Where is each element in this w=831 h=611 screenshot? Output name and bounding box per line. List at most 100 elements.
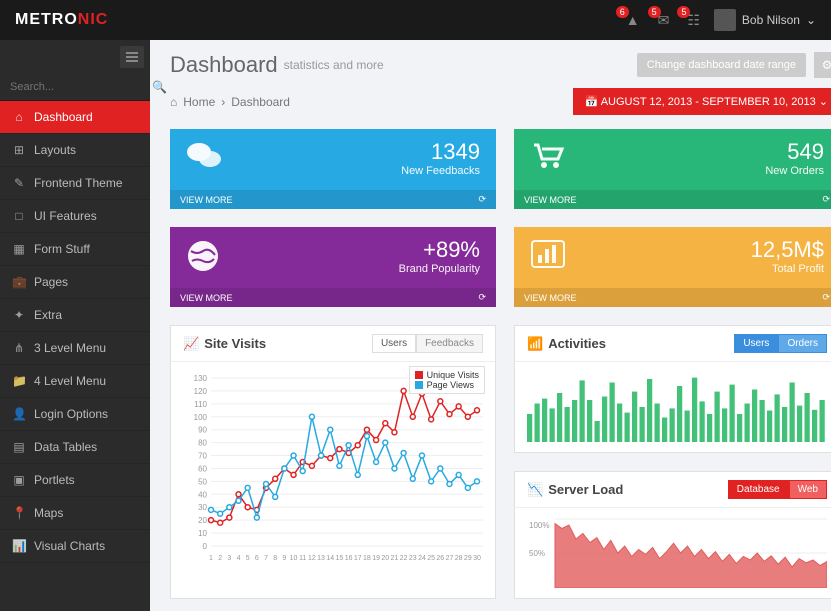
tab-feedbacks[interactable]: Feedbacks bbox=[416, 334, 483, 353]
panel-activities: 📶Activities Users Orders bbox=[514, 325, 831, 453]
panel-site-visits: 📈Site Visits Users Feedbacks 01020304050… bbox=[170, 325, 496, 599]
tile-new-orders[interactable]: 549New OrdersVIEW MORE⟳ bbox=[514, 129, 831, 209]
activities-chart bbox=[527, 372, 827, 442]
tab-users[interactable]: Users bbox=[372, 334, 416, 353]
nav-icon: ▦ bbox=[12, 242, 26, 256]
arrow-icon: ⟳ bbox=[478, 194, 486, 205]
panel-server-load: 📉Server Load Database Web 100%50% bbox=[514, 471, 831, 599]
sidebar-item-visual-charts[interactable]: 📊Visual Charts bbox=[0, 530, 150, 563]
sidebar-item-form-stuff[interactable]: ▦Form Stuff bbox=[0, 233, 150, 266]
sidebar-item-portlets[interactable]: ▣Portlets bbox=[0, 464, 150, 497]
svg-text:110: 110 bbox=[194, 400, 207, 409]
tab-database[interactable]: Database bbox=[728, 480, 789, 499]
arrow-icon: ⟳ bbox=[822, 292, 830, 303]
search-box: 🔍 bbox=[0, 74, 150, 101]
change-range-button[interactable]: Change dashboard date range bbox=[637, 53, 806, 77]
search-input[interactable] bbox=[10, 81, 152, 93]
nav-icon: 📍 bbox=[12, 506, 26, 520]
sidebar-item-dashboard[interactable]: ⌂Dashboard bbox=[0, 101, 150, 134]
nav-icon: ⊞ bbox=[12, 143, 26, 157]
logo[interactable]: METRONIC bbox=[15, 11, 108, 29]
home-icon: ⌂ bbox=[170, 95, 177, 109]
tab-users[interactable]: Users bbox=[734, 334, 778, 353]
nav-icon: ✦ bbox=[12, 308, 26, 322]
topbar: METRONIC 6▲ 5✉ 5☷ Bob Nilson ⌄ bbox=[0, 0, 831, 40]
sidebar-item-extra[interactable]: ✦Extra bbox=[0, 299, 150, 332]
svg-text:50%: 50% bbox=[529, 549, 545, 558]
load-icon: 📉 bbox=[527, 482, 543, 498]
site-visits-chart: 0102030405060708090100110120130123456789… bbox=[183, 372, 483, 562]
avatar bbox=[714, 9, 736, 31]
svg-text:100%: 100% bbox=[529, 521, 549, 530]
tab-web[interactable]: Web bbox=[789, 480, 827, 499]
notif-1[interactable]: 5✉ bbox=[658, 12, 670, 29]
svg-text:10: 10 bbox=[198, 529, 207, 538]
nav-icon: □ bbox=[12, 209, 26, 223]
tab-orders[interactable]: Orders bbox=[778, 334, 827, 353]
breadcrumb: ⌂ Home › Dashboard bbox=[170, 95, 290, 109]
sidebar-item-layouts[interactable]: ⊞Layouts bbox=[0, 134, 150, 167]
arrow-icon: ⟳ bbox=[822, 194, 830, 205]
sidebar-item-maps[interactable]: 📍Maps bbox=[0, 497, 150, 530]
sidebar-item-data-tables[interactable]: ▤Data Tables bbox=[0, 431, 150, 464]
nav-icon: ✎ bbox=[12, 176, 26, 190]
sidebar-item-login-options[interactable]: 👤Login Options bbox=[0, 398, 150, 431]
globe-icon bbox=[186, 239, 220, 273]
view-more-link[interactable]: VIEW MORE⟳ bbox=[170, 288, 496, 307]
barchart-icon bbox=[530, 239, 566, 273]
notif-2[interactable]: 5☷ bbox=[687, 12, 700, 29]
page-subtitle: statistics and more bbox=[284, 58, 384, 72]
sidebar-item-4-level-menu[interactable]: 📁4 Level Menu bbox=[0, 365, 150, 398]
view-more-link[interactable]: VIEW MORE⟳ bbox=[170, 190, 496, 209]
nav-icon: ▣ bbox=[12, 473, 26, 487]
nav-icon: 📊 bbox=[12, 539, 26, 553]
svg-text:90: 90 bbox=[198, 426, 207, 435]
svg-text:30: 30 bbox=[198, 503, 207, 512]
user-name: Bob Nilson bbox=[742, 13, 800, 27]
sidebar: 🔍 ⌂Dashboard⊞Layouts✎Frontend Theme□UI F… bbox=[0, 40, 150, 611]
tile-new-feedbacks[interactable]: 1349New FeedbacksVIEW MORE⟳ bbox=[170, 129, 496, 209]
arrow-icon: ⟳ bbox=[478, 292, 486, 303]
server-load-chart: 100% 50% bbox=[527, 518, 827, 588]
page-title: Dashboard bbox=[170, 52, 278, 78]
activity-icon: 📶 bbox=[527, 336, 543, 352]
sidebar-toggle[interactable] bbox=[120, 46, 144, 68]
view-more-link[interactable]: VIEW MORE⟳ bbox=[514, 190, 831, 209]
comments-icon bbox=[186, 141, 222, 175]
nav-icon: 💼 bbox=[12, 275, 26, 289]
notif-0[interactable]: 6▲ bbox=[626, 12, 640, 29]
sidebar-item-frontend-theme[interactable]: ✎Frontend Theme bbox=[0, 167, 150, 200]
main-content: Dashboard statistics and more Change das… bbox=[150, 40, 831, 611]
nav-icon: 👤 bbox=[12, 407, 26, 421]
calendar-icon: 📅 bbox=[585, 96, 599, 108]
svg-text:50: 50 bbox=[198, 477, 207, 486]
svg-text:60: 60 bbox=[198, 464, 207, 473]
tile-brand-popularity[interactable]: +89%Brand PopularityVIEW MORE⟳ bbox=[170, 227, 496, 307]
svg-text:20: 20 bbox=[198, 516, 207, 525]
nav-icon: ⋔ bbox=[12, 341, 26, 355]
chart-icon: 📈 bbox=[183, 336, 199, 352]
chevron-down-icon: ⌄ bbox=[819, 96, 828, 108]
gear-icon[interactable]: ⚙ bbox=[814, 52, 831, 78]
nav-icon: ⌂ bbox=[12, 110, 26, 124]
date-range-picker[interactable]: 📅 AUGUST 12, 2013 - SEPTEMBER 10, 2013 ⌄ bbox=[573, 88, 831, 115]
svg-text:130: 130 bbox=[194, 374, 208, 383]
svg-text:80: 80 bbox=[198, 439, 207, 448]
sidebar-item-3-level-menu[interactable]: ⋔3 Level Menu bbox=[0, 332, 150, 365]
chart-legend: Unique Visits Page Views bbox=[409, 366, 485, 394]
svg-text:70: 70 bbox=[198, 452, 207, 461]
svg-text:0: 0 bbox=[203, 542, 208, 551]
nav-icon: ▤ bbox=[12, 440, 26, 454]
svg-text:120: 120 bbox=[194, 387, 208, 396]
cart-icon bbox=[530, 141, 566, 175]
breadcrumb-current: Dashboard bbox=[231, 95, 290, 109]
sidebar-item-ui-features[interactable]: □UI Features bbox=[0, 200, 150, 233]
svg-text:100: 100 bbox=[194, 413, 208, 422]
svg-text:40: 40 bbox=[198, 490, 207, 499]
chevron-down-icon: ⌄ bbox=[806, 13, 816, 27]
breadcrumb-home[interactable]: Home bbox=[183, 95, 215, 109]
tile-total-profit[interactable]: 12,5M$Total ProfitVIEW MORE⟳ bbox=[514, 227, 831, 307]
sidebar-item-pages[interactable]: 💼Pages bbox=[0, 266, 150, 299]
user-menu[interactable]: Bob Nilson ⌄ bbox=[714, 9, 816, 31]
view-more-link[interactable]: VIEW MORE⟳ bbox=[514, 288, 831, 307]
